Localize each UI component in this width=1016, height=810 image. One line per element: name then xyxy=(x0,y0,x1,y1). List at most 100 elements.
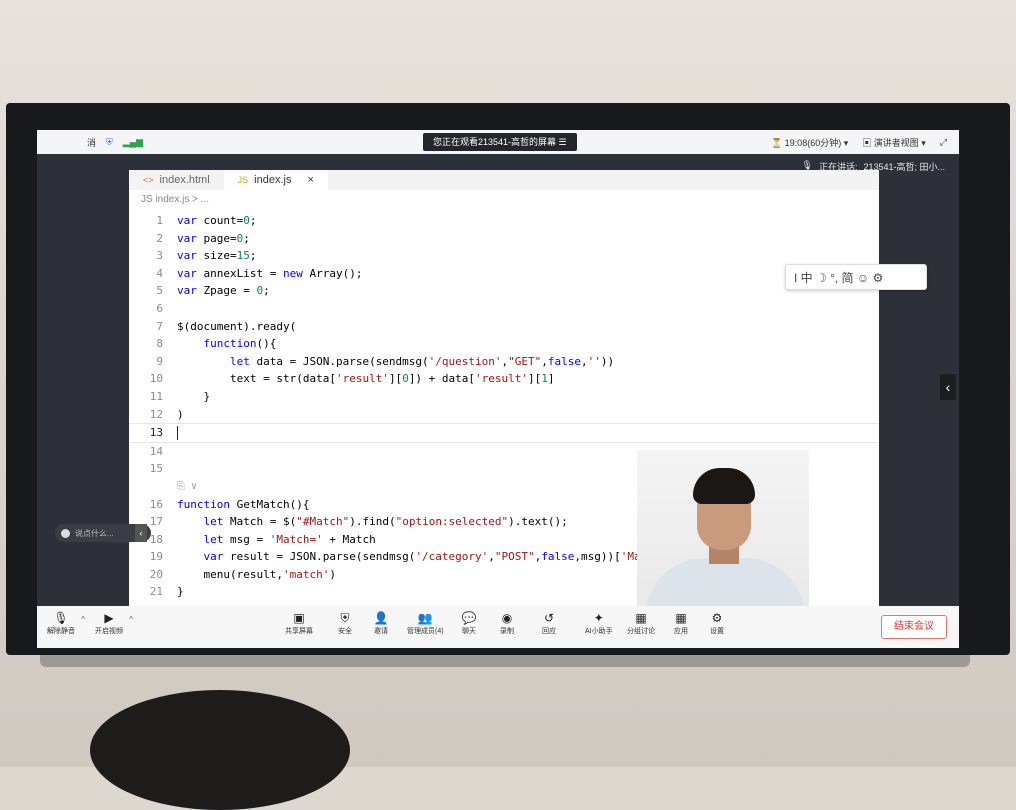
viewing-banner[interactable]: 您正在观看213541-高哲的屏幕 ☰ xyxy=(423,133,577,151)
breakout-button[interactable]: ▦ 分组讨论 xyxy=(627,610,655,636)
video-button[interactable]: ▶ 开启视频 ^ xyxy=(95,610,133,636)
code-line[interactable]: 1 var count=0; xyxy=(129,212,879,230)
share-screen-button[interactable]: ▣ 共享屏幕 xyxy=(285,610,313,636)
chat-label: 聊天 xyxy=(462,628,476,635)
members-button[interactable]: 👥 管理成员(4) xyxy=(407,610,444,636)
line-number: 9 xyxy=(156,354,163,368)
invite-button[interactable]: 👤 邀请 xyxy=(373,610,389,636)
apps-button[interactable]: ▦ 应用 xyxy=(673,610,689,636)
code-text: var result = JSON.parse(sendmsg('/catego… xyxy=(203,550,674,564)
code-line[interactable]: 13 xyxy=(129,423,879,443)
line-number: 11 xyxy=(149,389,163,403)
code-line[interactable]: 6 xyxy=(129,300,879,318)
comment-placeholder: 说点什么... xyxy=(75,528,114,538)
apps-label: 应用 xyxy=(674,628,688,635)
chat-button[interactable]: 💬 聊天 xyxy=(461,610,477,636)
code-text: } xyxy=(177,585,184,599)
layout-icon[interactable]: ☰ xyxy=(559,137,567,147)
ai-assistant-button[interactable]: ✦ AI小助手 xyxy=(585,610,613,636)
breadcrumb[interactable]: JS index.js > ... xyxy=(129,190,879,212)
view-mode-label: 演讲者视图 xyxy=(873,138,919,148)
tab-index-html[interactable]: <> index.html xyxy=(129,170,224,190)
record-button[interactable]: ◉ 录制 xyxy=(499,610,515,636)
code-line[interactable]: 9 let data = JSON.parse(sendmsg('/questi… xyxy=(129,353,879,371)
code-text: var annexList = new Array(); xyxy=(177,266,363,280)
code-line[interactable]: 12) xyxy=(129,406,879,424)
code-line[interactable]: 2 var page=0; xyxy=(129,230,879,248)
timer-text: 19:08(60分钟) xyxy=(784,138,842,148)
line-number: 8 xyxy=(156,337,163,351)
line-number: 21 xyxy=(149,585,163,599)
mute-button[interactable]: 🎙 解除静音 ^ xyxy=(47,610,85,636)
security-button[interactable]: ⛨ 安全 xyxy=(337,610,353,636)
line-number: 3 xyxy=(156,249,163,263)
end-meeting-button[interactable]: 结束会议 xyxy=(881,615,947,639)
code-line[interactable]: 4 var annexList = new Array(); xyxy=(129,265,879,283)
code-text: function(){ xyxy=(203,337,277,351)
code-text: function GetMatch(){ xyxy=(177,497,310,511)
code-text: var size=15; xyxy=(177,249,257,263)
html-file-icon: <> xyxy=(143,175,154,185)
share-screen-label: 共享屏幕 xyxy=(285,628,313,635)
code-line[interactable]: 3 var size=15; xyxy=(129,247,879,265)
tab-label: index.js xyxy=(254,174,292,186)
code-text: var count=0; xyxy=(177,214,257,227)
line-number: 12 xyxy=(149,407,163,421)
editor-tabs: <> index.html JS index.js × xyxy=(129,170,879,190)
monitor-stand xyxy=(40,655,970,667)
members-icon: 👥 xyxy=(417,611,433,625)
code-text: text = str(data['result'][0]) + data['re… xyxy=(177,372,555,386)
line-number: 15 xyxy=(149,462,163,476)
meeting-toolbar: 🎙 解除静音 ^ ▶ 开启视频 ^ ▣ 共享屏幕 ⛨ 安全 👤 邀请 👥 管理成… xyxy=(37,606,959,648)
shield-icon: ⛨ xyxy=(106,137,113,147)
line-number: 1 xyxy=(156,214,163,227)
invite-label: 邀请 xyxy=(374,628,388,635)
code-line[interactable]: 7 $(document).ready( xyxy=(129,318,879,336)
code-text: let msg = 'Match=' + Match xyxy=(203,532,376,546)
chevron-up-icon[interactable]: ^ xyxy=(81,615,85,624)
settings-button[interactable]: ⚙ 设置 xyxy=(709,610,725,636)
replay-icon: ↺ xyxy=(543,611,555,625)
close-icon[interactable]: × xyxy=(307,174,313,186)
reaction-button[interactable]: ↺ 回应 xyxy=(541,610,557,636)
js-file-icon: JS xyxy=(237,175,249,185)
line-number: 16 xyxy=(149,497,163,511)
code-line[interactable]: 11 } xyxy=(129,388,879,406)
code-text: menu(result,'match') xyxy=(177,567,336,581)
breakout-label: 分组讨论 xyxy=(627,628,655,635)
record-label: 录制 xyxy=(500,628,514,635)
code-text: let data = JSON.parse(sendmsg('/question… xyxy=(229,354,615,368)
viewing-banner-text: 您正在观看213541-高哲的屏幕 xyxy=(433,137,557,147)
code-line[interactable]: 5 var Zpage = 0; xyxy=(129,282,879,300)
speaker-video xyxy=(637,450,809,606)
mute-label: 解除静音 xyxy=(47,628,75,635)
meeting-screen: 消 ⛨ ▂▄▆ 您正在观看213541-高哲的屏幕 ☰ ⏳ 19:08(60分钟… xyxy=(37,130,959,648)
reaction-label: 回应 xyxy=(542,628,556,635)
chevron-up-icon[interactable]: ^ xyxy=(129,615,133,624)
timer: ⏳ 19:08(60分钟) ▾ xyxy=(770,138,849,148)
settings-label: 设置 xyxy=(710,628,724,635)
code-text: } xyxy=(177,389,211,403)
comment-collapse-button[interactable]: ‹ xyxy=(135,524,147,542)
code-line[interactable]: 8 function(){ xyxy=(129,335,879,353)
video-label: 开启视频 xyxy=(95,628,123,635)
collapse-sidebar-button[interactable]: ‹ xyxy=(940,374,956,400)
members-label: 管理成员(4) xyxy=(407,628,444,635)
line-number: 10 xyxy=(149,372,163,386)
view-mode-button[interactable]: ▣ 演讲者视图 ▾ xyxy=(862,136,926,149)
code-text: ) xyxy=(177,407,184,421)
shield-icon: ⛨ xyxy=(340,610,350,625)
settings-icon: ⚙ xyxy=(711,611,723,625)
meeting-top-bar: 消 ⛨ ▂▄▆ 您正在观看213541-高哲的屏幕 ☰ ⏳ 19:08(60分钟… xyxy=(37,130,959,154)
tab-index-js[interactable]: JS index.js × xyxy=(223,170,328,190)
fullscreen-icon[interactable]: ⤢ xyxy=(940,137,947,148)
line-number: 4 xyxy=(156,266,163,280)
record-icon: ◉ xyxy=(501,611,513,625)
code-text: $(document).ready( xyxy=(177,319,297,333)
code-line[interactable]: 10 text = str(data['result'][0]) + data[… xyxy=(129,370,879,388)
code-text: var Zpage = 0; xyxy=(177,284,270,298)
camera-icon: ▶ xyxy=(104,611,114,625)
line-number: 7 xyxy=(156,319,163,333)
line-number: 6 xyxy=(156,301,163,315)
ime-toolbar[interactable]: I 中 ☽ °, 简 ☺ ⚙ xyxy=(785,264,927,290)
